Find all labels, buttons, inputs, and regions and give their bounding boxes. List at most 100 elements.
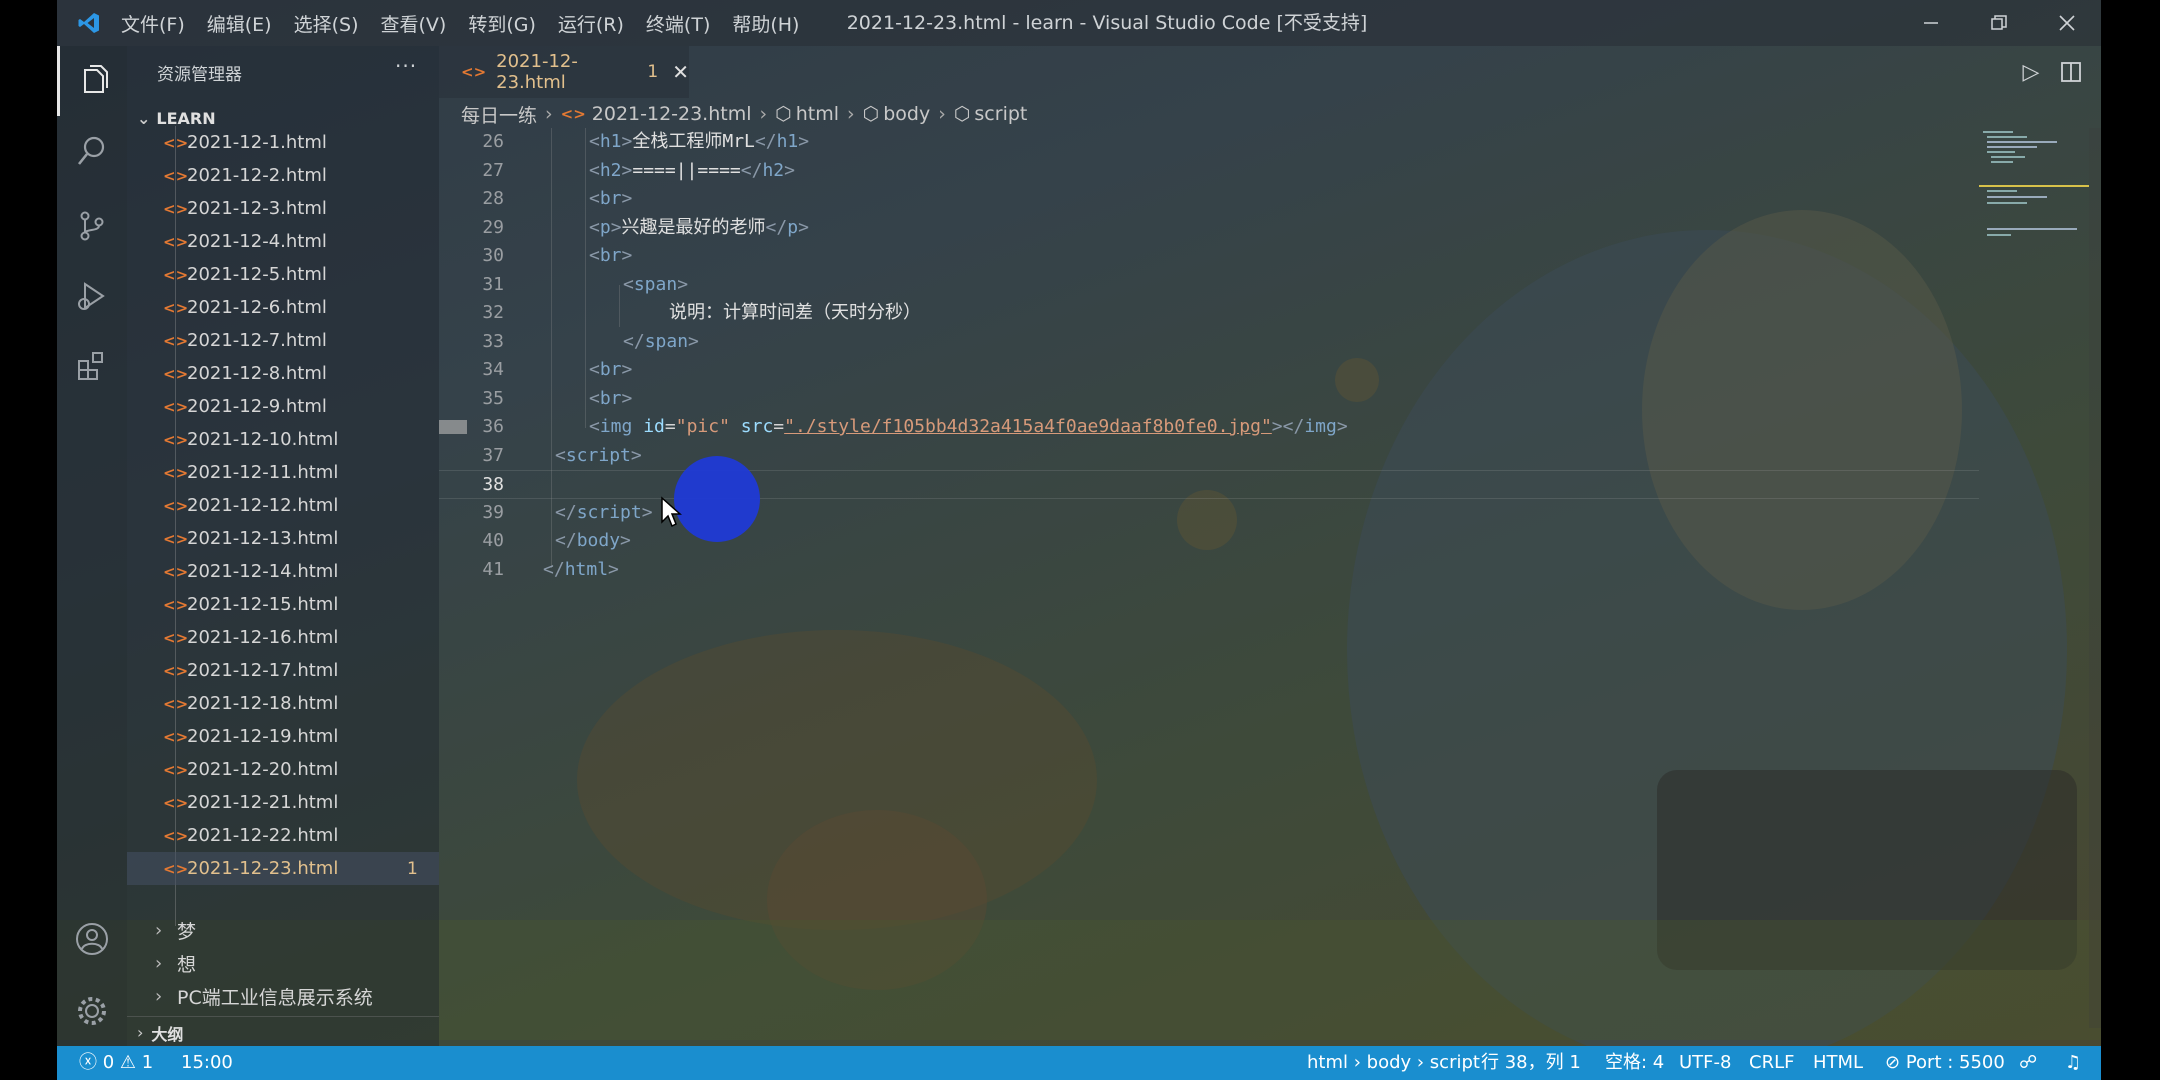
breadcrumb-file[interactable]: 2021-12-23.html — [592, 103, 752, 125]
file-item[interactable]: <> 2021-12-16.html — [127, 621, 439, 654]
problems-status[interactable]: ⓧ 0 ⚠ 1 — [79, 1046, 153, 1080]
h2-text: ====||==== — [632, 159, 741, 181]
file-label: 2021-12-8.html — [187, 363, 327, 384]
html-file-icon: <> — [163, 166, 189, 185]
file-item[interactable]: <> 2021-12-15.html — [127, 588, 439, 621]
file-item[interactable]: <> 2021-12-6.html — [127, 291, 439, 324]
breadcrumb: 每日一练 › <> 2021-12-23.html › ⬡ html › ⬡ body › ⬡… — [439, 100, 1027, 128]
outline-section[interactable]: › 大纲 — [127, 1016, 439, 1048]
html-file-icon: <> — [163, 595, 189, 614]
extensions-icon[interactable] — [57, 331, 127, 401]
file-label: 2021-12-5.html — [187, 264, 327, 285]
code-line: 36 <img id="pic" src="./style/f105bb4d32a… — [439, 413, 1979, 442]
run-file-icon[interactable]: ▷ — [2011, 46, 2051, 98]
code-line: 30 <br> — [482, 245, 633, 266]
menu-edit[interactable]: 编辑(E) — [207, 10, 272, 37]
file-item[interactable]: <> 2021-12-8.html — [127, 357, 439, 390]
editor-scrollbar[interactable] — [2089, 128, 2101, 1028]
encoding-status[interactable]: UTF-8 — [1679, 1046, 1731, 1080]
file-item[interactable]: <> 2021-12-18.html — [127, 687, 439, 720]
file-item[interactable]: <> 2021-12-4.html — [127, 225, 439, 258]
file-label: 2021-12-15.html — [187, 594, 339, 615]
language-mode-status[interactable]: HTML — [1813, 1046, 1863, 1080]
breadcrumb-body[interactable]: body — [883, 103, 930, 125]
file-label: 2021-12-2.html — [187, 165, 327, 186]
html-file-icon: <> — [163, 727, 189, 746]
html-file-icon: <> — [163, 430, 189, 449]
file-item[interactable]: <> 2021-12-9.html — [127, 390, 439, 423]
eol-status[interactable]: CRLF — [1749, 1046, 1794, 1080]
html-file-icon: <> — [163, 793, 189, 812]
html-file-icon: <> — [163, 199, 189, 218]
tab-label: 2021-12-23.html — [496, 51, 578, 93]
accounts-icon[interactable] — [57, 904, 127, 974]
element-symbol-icon: ⬡ — [862, 103, 880, 125]
file-item[interactable]: <> 2021-12-7.html — [127, 324, 439, 357]
file-item[interactable]: <> 2021-12-11.html — [127, 456, 439, 489]
p-text: 兴趣是最好的老师 — [621, 216, 766, 238]
file-item[interactable]: <> 2021-12-1.html — [127, 126, 439, 159]
source-control-icon[interactable] — [57, 191, 127, 261]
search-icon[interactable] — [57, 116, 127, 186]
file-item[interactable]: <> 2021-12-3.html — [127, 192, 439, 225]
menu-selection[interactable]: 选择(S) — [294, 10, 359, 37]
live-server-status[interactable]: ⊘ Port : 5500 — [1885, 1046, 2005, 1080]
explorer-more-actions[interactable]: ··· — [395, 54, 417, 78]
menu-view[interactable]: 查看(V) — [381, 10, 447, 37]
breadcrumb-html[interactable]: html — [796, 103, 839, 125]
html-file-icon: <> — [163, 133, 189, 152]
code-line: 26 <h1>全栈工程师MrL</h1> — [482, 131, 810, 152]
restore-icon[interactable] — [1965, 0, 2033, 46]
tab-2021-12-23-html[interactable]: <> 2021-12-23.html 1 ✕ — [439, 46, 689, 98]
minimize-icon[interactable] — [1897, 0, 1965, 46]
close-tab-icon[interactable]: ✕ — [672, 60, 689, 84]
menu-file[interactable]: 文件(F) — [121, 10, 185, 37]
feedback-icon[interactable]: ☍ — [2019, 1046, 2037, 1080]
file-item[interactable]: <> 2021-12-19.html — [127, 720, 439, 753]
run-debug-icon[interactable] — [57, 261, 127, 331]
html-file-icon: <> — [163, 562, 189, 581]
chevron-down-icon: ⌄ — [137, 108, 151, 128]
file-item[interactable]: <> 2021-12-20.html — [127, 753, 439, 786]
file-item[interactable]: <> 2021-12-14.html — [127, 555, 439, 588]
editor-more-actions-icon[interactable]: ··· — [2091, 46, 2101, 98]
folder-pc-industrial-display[interactable]: › PC端工业信息展示系统 — [127, 980, 439, 1013]
split-editor-icon[interactable] — [2051, 46, 2091, 98]
minimap[interactable] — [1979, 128, 2089, 1028]
file-problem-count: 1 — [407, 858, 418, 879]
breadcrumb-script[interactable]: script — [974, 103, 1027, 125]
file-item[interactable]: <> 2021-12-22.html — [127, 819, 439, 852]
html-file-icon: <> — [163, 760, 189, 779]
img-src-link[interactable]: "./style/f105bb4d32a415a4f0ae9daaf8b0fe0… — [784, 416, 1272, 437]
menu-go[interactable]: 转到(G) — [468, 10, 536, 37]
notifications-bell-icon[interactable]: ♫ — [2065, 1046, 2081, 1080]
breadcrumb-status[interactable]: html › body › script — [1307, 1046, 1480, 1080]
folder-xiang[interactable]: › 想 — [127, 947, 439, 980]
menu-terminal[interactable]: 终端(T) — [646, 10, 710, 37]
file-item[interactable]: <> 2021-12-17.html — [127, 654, 439, 687]
indentation-status[interactable]: 空格: 4 — [1605, 1046, 1664, 1080]
file-item[interactable]: <> 2021-12-13.html — [127, 522, 439, 555]
outline-label: 大纲 — [151, 1024, 184, 1044]
file-item[interactable]: <> 2021-12-5.html — [127, 258, 439, 291]
code-editor[interactable]: 26 <h1>全栈工程师MrL</h1> 27 <h2>====||====</h2… — [439, 128, 1979, 1028]
chevron-right-icon: › — [155, 953, 163, 974]
file-item[interactable]: <> 2021-12-2.html — [127, 159, 439, 192]
file-label: 2021-12-10.html — [187, 429, 339, 450]
html-file-icon: <> — [163, 265, 189, 284]
file-label: 2021-12-23.html — [187, 858, 339, 879]
file-item[interactable]: <> 2021-12-23.html 1 — [127, 852, 439, 885]
html-file-icon: <> — [163, 661, 189, 680]
menu-run[interactable]: 运行(R) — [558, 10, 624, 37]
folder-meng[interactable]: › 梦 — [127, 914, 439, 947]
tab-problem-count: 1 — [647, 62, 659, 82]
cursor-position-status[interactable]: 行 38，列 1 — [1481, 1046, 1581, 1080]
explorer-icon[interactable] — [57, 46, 127, 116]
mouse-cursor-highlight — [674, 456, 760, 542]
close-window-icon[interactable] — [2033, 0, 2101, 46]
file-item[interactable]: <> 2021-12-21.html — [127, 786, 439, 819]
file-item[interactable]: <> 2021-12-10.html — [127, 423, 439, 456]
breadcrumb-folder[interactable]: 每日一练 — [461, 101, 537, 128]
file-item[interactable]: <> 2021-12-12.html — [127, 489, 439, 522]
settings-gear-icon[interactable] — [57, 976, 127, 1046]
